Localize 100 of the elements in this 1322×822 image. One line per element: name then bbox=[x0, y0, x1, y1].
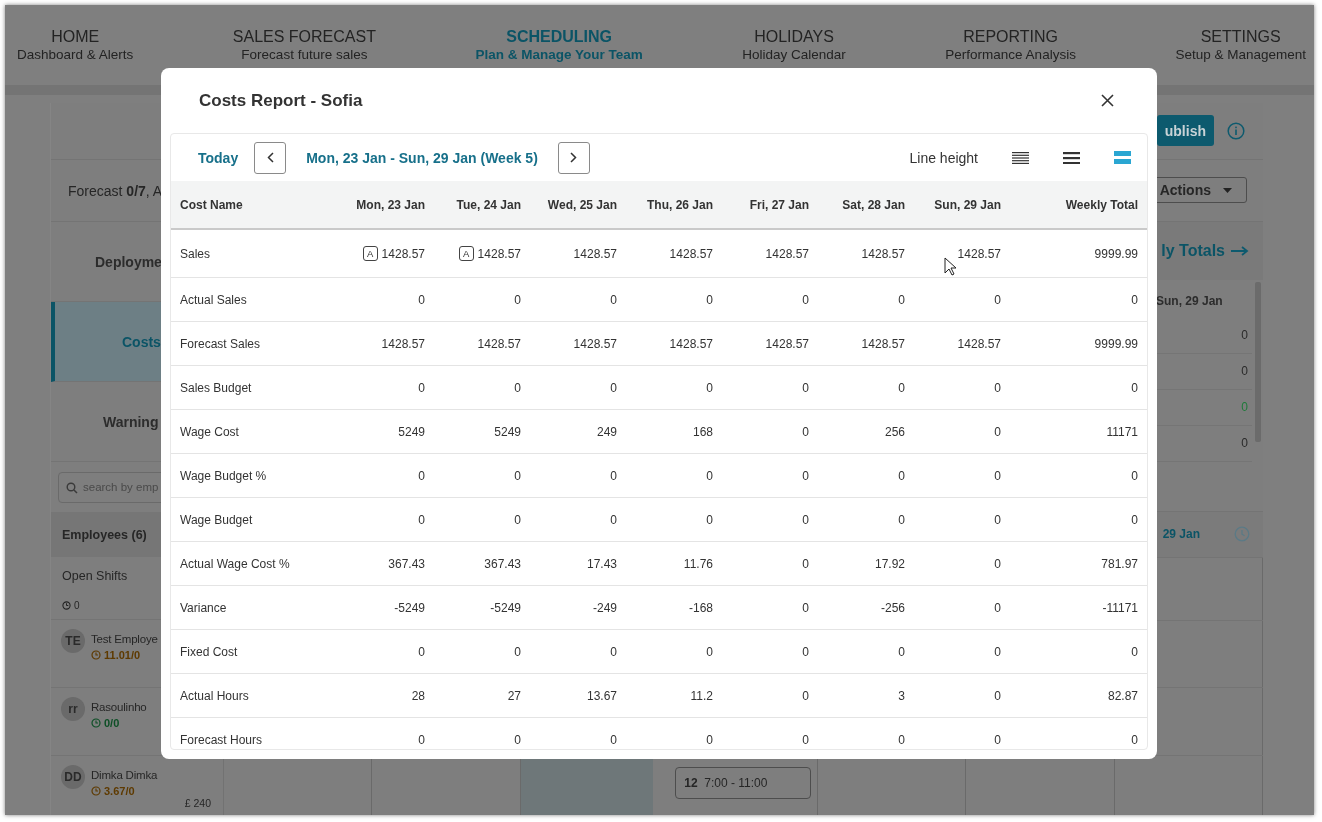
table-cell: 0 bbox=[1131, 292, 1138, 307]
table-cell: 1428.57 bbox=[381, 246, 425, 261]
week-label: 29 Jan bbox=[1162, 527, 1200, 542]
table-cell: 0 bbox=[706, 468, 713, 483]
table-cell: 0 bbox=[994, 468, 1001, 483]
table-cell: 0 bbox=[706, 512, 713, 527]
table-cell: 3 bbox=[898, 688, 905, 703]
publish-button[interactable]: ublish bbox=[1156, 115, 1214, 147]
table-cell: 1428.57 bbox=[765, 246, 809, 261]
info-icon[interactable] bbox=[1227, 121, 1245, 140]
total-value: 0 bbox=[1241, 436, 1248, 450]
weekly-totals-link[interactable]: ly Totals bbox=[1161, 241, 1225, 260]
table-cell: 0 bbox=[802, 292, 809, 307]
table-cell: 0 bbox=[802, 644, 809, 659]
table-cell: 9999.99 bbox=[1094, 246, 1138, 261]
table-cell: 168 bbox=[692, 424, 713, 439]
nav-tab[interactable]: REPORTING Performance Analysis bbox=[941, 28, 1080, 62]
table-cell: 0 bbox=[514, 732, 521, 747]
lines-icon bbox=[1114, 151, 1131, 164]
employee-name[interactable]: Test Employe bbox=[91, 633, 158, 645]
column-header: Fri, 27 Jan bbox=[749, 197, 809, 212]
employee-name[interactable]: Rasoulinho bbox=[91, 701, 147, 713]
total-value: 0 bbox=[1241, 400, 1248, 414]
date-range: Mon, 23 Jan - Sun, 29 Jan (Week 5) bbox=[306, 149, 538, 166]
table-cell: 0 bbox=[994, 556, 1001, 571]
table-cell: 1428.57 bbox=[861, 336, 905, 351]
table-cell: 0 bbox=[514, 644, 521, 659]
mouse-cursor-icon bbox=[944, 257, 957, 276]
arrow-right-icon bbox=[1231, 245, 1249, 256]
row-label: Sales bbox=[180, 246, 211, 261]
nav-tab[interactable]: HOME Dashboard & Alerts bbox=[13, 28, 138, 62]
table-cell: 0 bbox=[994, 732, 1001, 747]
table-cell: 9999.99 bbox=[1094, 336, 1138, 351]
table-cell: 0 bbox=[418, 512, 425, 527]
shift-chip[interactable]: 12 7:00 - 11:00 bbox=[675, 767, 811, 800]
table-cell: 0 bbox=[706, 732, 713, 747]
nav-tab[interactable]: HOLIDAYS Holiday Calendar bbox=[738, 28, 850, 62]
table-cell: 0 bbox=[898, 380, 905, 395]
row-label: Fixed Cost bbox=[180, 644, 238, 659]
avatar: TE bbox=[61, 629, 85, 653]
table-cell: 0 bbox=[802, 688, 809, 703]
chevron-left-icon bbox=[266, 152, 274, 163]
open-shifts-hours: 0 bbox=[74, 600, 80, 611]
table-cell: 0 bbox=[610, 732, 617, 747]
table-cell: 11171 bbox=[1106, 424, 1138, 439]
table-cell: 17.43 bbox=[586, 556, 617, 571]
avatar: DD bbox=[61, 765, 85, 789]
table-cell: 1428.57 bbox=[669, 246, 713, 261]
table-cell: 0 bbox=[994, 424, 1001, 439]
table-cell: 367.43 bbox=[484, 556, 521, 571]
table-cell: 1428.57 bbox=[381, 336, 425, 351]
table-cell: 1428.57 bbox=[573, 336, 617, 351]
table-cell: 0 bbox=[898, 644, 905, 659]
close-icon[interactable] bbox=[1101, 94, 1114, 107]
table-cell: 0 bbox=[898, 292, 905, 307]
employees-heading: Employees (6) bbox=[62, 527, 147, 542]
table-cell: 1428.57 bbox=[573, 246, 617, 261]
next-week-button[interactable] bbox=[557, 141, 590, 174]
table-cell: 1428.57 bbox=[957, 246, 1001, 261]
chevron-right-icon bbox=[570, 152, 578, 163]
nav-tab[interactable]: SALES FORECAST Forecast future sales bbox=[228, 28, 380, 62]
table-cell: 0 bbox=[802, 424, 809, 439]
previous-week-button[interactable] bbox=[254, 141, 287, 174]
table-cell: 17.92 bbox=[874, 556, 905, 571]
today-button[interactable]: Today bbox=[198, 149, 239, 166]
table-cell: 0 bbox=[994, 600, 1001, 615]
table-cell: 0 bbox=[610, 512, 617, 527]
table-cell: 0 bbox=[802, 468, 809, 483]
column-header: Cost Name bbox=[180, 197, 243, 212]
line-height-label: Line height bbox=[909, 149, 978, 166]
employee-hours: 11.01/0 bbox=[104, 649, 141, 661]
table-cell: 11.76 bbox=[683, 556, 713, 571]
nav-tab[interactable]: SCHEDULING Plan & Manage Your Team bbox=[471, 28, 647, 62]
clock-icon bbox=[91, 718, 101, 728]
table-cell: 28 bbox=[411, 688, 425, 703]
table-cell: 367.43 bbox=[388, 556, 425, 571]
employee-hours: 3.67/0 bbox=[104, 785, 135, 797]
table-cell: 5249 bbox=[494, 424, 521, 439]
table-cell: -5249 bbox=[394, 600, 425, 615]
employee-name[interactable]: Dimka Dimka bbox=[91, 769, 158, 781]
table-cell: 0 bbox=[418, 468, 425, 483]
column-header: Wed, 25 Jan bbox=[547, 197, 617, 212]
column-header: Tue, 24 Jan bbox=[456, 197, 521, 212]
table-cell: 0 bbox=[514, 292, 521, 307]
table-cell: -256 bbox=[880, 600, 905, 615]
table-cell: 11.2 bbox=[690, 688, 713, 703]
table-cell: 0 bbox=[802, 600, 809, 615]
table-cell: 27 bbox=[507, 688, 521, 703]
clock-icon bbox=[62, 601, 71, 610]
clock-icon bbox=[1234, 526, 1250, 543]
employee-hours: 0/0 bbox=[104, 717, 120, 729]
table-cell: 0 bbox=[418, 380, 425, 395]
table-cell: 5249 bbox=[398, 424, 425, 439]
nav-tab[interactable]: SETTINGS Setup & Management bbox=[1171, 28, 1310, 62]
table-cell: 0 bbox=[610, 468, 617, 483]
row-label: Actual Wage Cost % bbox=[180, 556, 290, 571]
table-cell: 0 bbox=[802, 512, 809, 527]
row-label: Wage Budget bbox=[180, 512, 253, 527]
dialog-title: Costs Report - Sofia bbox=[199, 90, 363, 111]
total-value: 0 bbox=[1241, 364, 1248, 378]
